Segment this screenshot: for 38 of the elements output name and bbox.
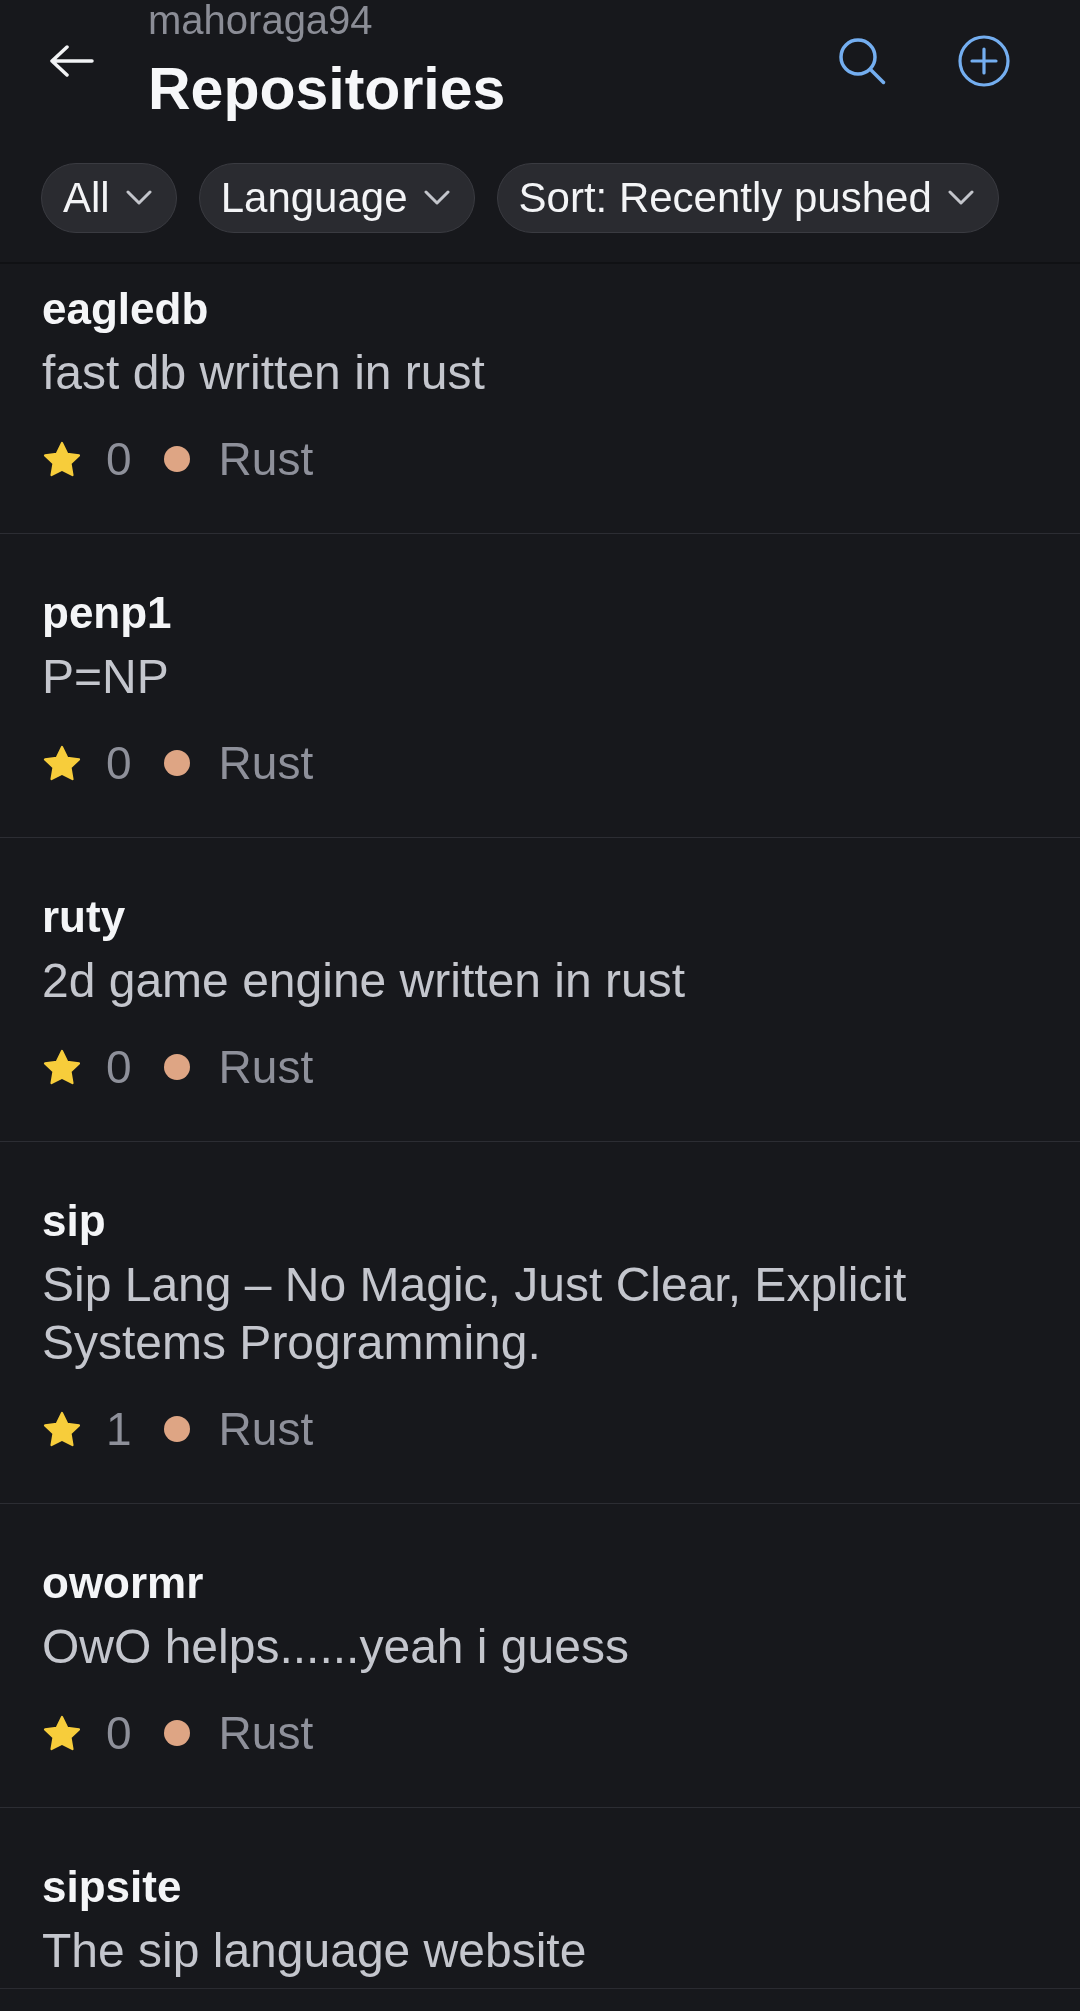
star-icon [42,440,82,478]
language-name: Rust [218,1040,314,1095]
star-count: 0 [106,1040,132,1095]
language-name: Rust [218,432,314,487]
repo-description: OwO helps......yeah i guess [42,1619,630,1675]
star-count: 0 [106,736,132,791]
chevron-down-icon [423,190,450,206]
star-icon [42,1410,82,1448]
filter-button[interactable]: All [41,163,177,233]
chevron-down-icon [125,190,152,206]
star-icon [42,1714,82,1752]
chevron-down-icon [947,190,974,206]
repo-description: The sip language website [42,1923,588,1979]
repo-name[interactable]: eagledb [42,283,1038,335]
star-count: 0 [106,1706,132,1761]
language-name: Rust [218,1402,314,1457]
repo-description: fast db written in rust [42,345,486,401]
page-title: Repositories [148,57,507,121]
repo-name[interactable]: sip [42,1195,1038,1247]
repo-name[interactable]: sipsite [42,1861,1038,1913]
language-name: Rust [218,736,314,791]
star-count: 1 [106,1402,132,1457]
star-count: 0 [106,432,132,487]
star-icon [42,744,82,782]
repo-description: P=NP [42,649,170,705]
filter-button[interactable]: Sort: Recently pushed [496,163,999,233]
star-icon [42,1048,82,1086]
filter-button[interactable]: Language [198,163,475,233]
repo-name[interactable]: penp1 [42,587,1038,639]
language-name: Rust [218,1706,314,1761]
repo-description: Sip Lang – No Magic, Just Clear, Explicit Systems Programming. [42,1257,908,1371]
owner-name: mahoraga94 [148,0,374,40]
repo-name[interactable]: ruty [42,891,1038,943]
search-icon[interactable] [838,36,886,85]
plus-circle-icon[interactable] [958,34,1010,87]
back-arrow-icon[interactable] [50,44,94,77]
repo-description: 2d game engine written in rust [42,953,687,1009]
repo-name[interactable]: owormr [42,1557,1038,1609]
